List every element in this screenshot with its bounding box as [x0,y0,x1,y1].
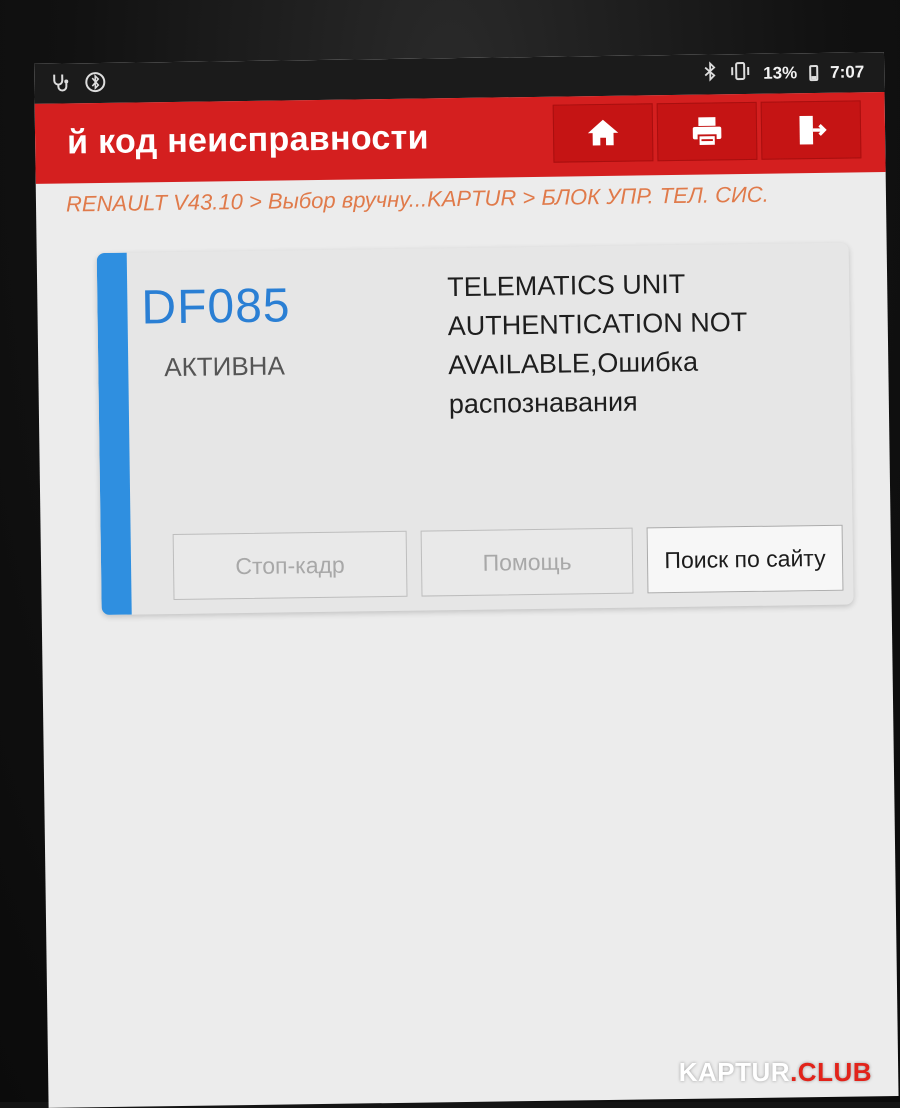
device-frame: 13% 7:07 й код неисправности RENAULT V43… [0,0,900,1108]
dtc-description-line: AVAILABLE,Ошибка [448,346,699,381]
home-icon [587,119,619,146]
dtc-description: TELEMATICS UNIT AUTHENTICATION NOT AVAIL… [447,263,829,424]
exit-button[interactable] [760,100,862,160]
dtc-description-line: распознавания [448,386,638,420]
help-button[interactable]: Помощь [420,527,634,597]
app-header: й код неисправности [34,92,886,184]
breadcrumb: RENAULT V43.10 > Выбор вручну...KAPTUR >… [65,181,769,217]
status-bar-left [50,71,106,99]
print-button[interactable] [656,101,758,162]
printer-icon [692,117,722,147]
app-screen: 13% 7:07 й код неисправности RENAULT V43… [34,52,899,1108]
bluetooth-badge-icon [84,71,106,98]
dtc-description-line: TELEMATICS UNIT [446,268,686,303]
page-title: й код неисправности [66,118,430,162]
battery-percent: 13% [763,62,798,83]
home-button[interactable] [552,103,654,163]
dtc-card-accent [96,252,132,616]
stethoscope-icon [50,72,70,97]
freeze-frame-button[interactable]: Стоп-кадр [172,530,408,601]
dtc-description-line: AUTHENTICATION NOT [447,307,748,342]
bluetooth-icon [703,61,717,86]
vibrate-icon [729,61,751,86]
exit-icon [799,115,827,145]
web-search-button[interactable]: Поиск по сайту [646,524,844,594]
clock: 7:07 [830,61,865,82]
dtc-status: АКТИВНА [164,350,286,383]
watermark-text: KAPTUR [678,1057,791,1087]
status-bar-right: 13% 7:07 [703,59,864,86]
watermark-accent-text: .CLUB [790,1057,872,1087]
dtc-code: DF085 [141,279,291,335]
dtc-card[interactable]: DF085 АКТИВНА TELEMATICS UNIT AUTHENTICA… [96,242,854,616]
watermark-logo: KAPTUR.CLUB [679,1057,872,1088]
battery-icon [809,64,819,81]
